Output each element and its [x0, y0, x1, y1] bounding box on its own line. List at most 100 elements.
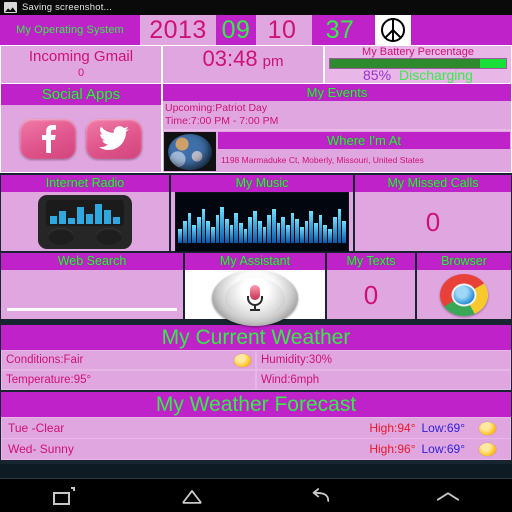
events-location-column: My Events Upcoming:Patriot Day Time:7:00… [163, 84, 511, 172]
current-weather-widget[interactable]: My Current Weather Conditions:Fair Tempe… [1, 325, 511, 390]
humidity-value: Humidity:30% [261, 354, 332, 366]
my-assistant-title: My Assistant [185, 253, 325, 270]
my-texts-count: 0 [363, 279, 379, 310]
date-month: 09 [216, 15, 256, 45]
forecast-row: Tue -Clear High:94° Low:69° [2, 418, 510, 438]
wind-row: Wind:6mph [257, 371, 510, 389]
location-title: Where I'm At [218, 132, 510, 149]
apps-row-2: Web Search My Assistant My Texts 0 Brows… [0, 253, 512, 326]
apps-section: Internet Radio My Music My Missed Calls … [0, 173, 512, 326]
date-spacer-2 [368, 15, 375, 45]
current-weather-grid: Conditions:Fair Temperature:95° Humidity… [1, 350, 511, 390]
my-music-body [171, 192, 353, 252]
missed-calls-tile[interactable]: My Missed Calls 0 [355, 175, 511, 251]
chevron-up-icon[interactable] [384, 479, 512, 512]
earth-image [164, 132, 216, 171]
forecast-high: High:96° [369, 442, 416, 456]
events-body[interactable]: Upcoming:Patriot Day Time:7:00 PM - 7:00… [163, 101, 511, 129]
chrome-icon [440, 273, 488, 316]
missed-calls-count: 0 [425, 206, 441, 237]
browser-title: Browser [417, 253, 511, 270]
search-input[interactable] [1, 270, 183, 319]
conditions-row: Conditions:Fair [2, 351, 255, 369]
forecast-day: Tue -Clear [8, 421, 65, 435]
current-weather-right: Humidity:30% Wind:6mph [257, 351, 510, 389]
peace-icon[interactable] [375, 15, 411, 45]
equalizer-image [175, 192, 349, 252]
forecast-list: Tue -Clear High:94° Low:69° Wed- Sunny H… [1, 417, 511, 460]
internet-radio-body [1, 192, 169, 251]
gmail-count: 0 [77, 66, 85, 79]
wind-value: Wind:6mph [261, 374, 320, 386]
back-icon[interactable] [256, 479, 384, 512]
sun-icon [234, 353, 251, 367]
my-assistant-body [185, 270, 325, 326]
home-icon[interactable] [128, 479, 256, 512]
forecast-low: Low:69° [421, 442, 466, 456]
social-events-row: Social Apps My Events Upcoming:Patriot D… [0, 83, 512, 173]
microphone-icon [212, 270, 298, 326]
home-screen: Saving screenshot... My Operating System… [0, 0, 512, 512]
info-row: Incoming Gmail 0 03:48 pm My Battery Per… [0, 45, 512, 83]
my-texts-tile[interactable]: My Texts 0 [327, 253, 415, 319]
apps-row-1: Internet Radio My Music My Missed Calls … [0, 175, 512, 253]
date-day: 10 [256, 15, 308, 45]
web-search-title: Web Search [1, 253, 183, 270]
browser-tile[interactable]: Browser [417, 253, 511, 319]
location-address: 1198 Marmaduke Ct, Moberly, Missouri, Un… [221, 155, 424, 165]
forecast-row: Wed- Sunny High:96° Low:69° [2, 439, 510, 459]
social-apps-icons [1, 105, 161, 172]
clock-time: 03:48 [202, 46, 258, 71]
os-date-widget[interactable]: My Operating System 2013 09 10 37 [0, 15, 512, 45]
date-year: 2013 [140, 15, 216, 45]
internet-radio-title: Internet Radio [1, 175, 169, 192]
twitter-icon[interactable] [86, 118, 142, 159]
status-bar: Saving screenshot... [0, 0, 512, 15]
missed-calls-title: My Missed Calls [355, 175, 511, 192]
current-weather-title: My Current Weather [1, 325, 511, 350]
clock-widget[interactable]: 03:48 pm [163, 46, 323, 83]
my-music-title: My Music [171, 175, 353, 192]
status-bar-text: Saving screenshot... [22, 2, 113, 13]
battery-status-line: 85% Discharging [363, 67, 473, 83]
battery-title: My Battery Percentage [362, 46, 474, 58]
temperature-value: Temperature:95° [6, 374, 92, 386]
social-apps-widget: Social Apps [1, 84, 161, 172]
my-assistant-tile[interactable]: My Assistant [185, 253, 325, 326]
battery-widget[interactable]: My Battery Percentage 85% Discharging [325, 46, 511, 83]
social-apps-title: Social Apps [1, 84, 161, 105]
battery-bar-rest [479, 59, 507, 68]
my-texts-body: 0 [327, 270, 415, 319]
forecast-low: Low:69° [421, 421, 466, 435]
os-title: My Operating System [0, 15, 140, 45]
screenshot-icon [4, 2, 17, 13]
humidity-row: Humidity:30% [257, 351, 510, 369]
search-underline [7, 308, 177, 311]
forecast-high: High:94° [369, 421, 416, 435]
battery-status: Discharging [399, 67, 473, 83]
battery-percent: 85% [363, 67, 392, 83]
facebook-icon[interactable] [20, 118, 76, 159]
date-bar-tail [411, 15, 512, 45]
forecast-title: My Weather Forecast [1, 392, 511, 417]
internet-radio-tile[interactable]: Internet Radio [1, 175, 169, 251]
date-extra: 37 [312, 15, 368, 45]
forecast-widget[interactable]: My Weather Forecast Tue -Clear High:94° … [1, 392, 511, 460]
current-weather-left: Conditions:Fair Temperature:95° [2, 351, 255, 389]
radio-icon [38, 194, 132, 249]
event-upcoming: Upcoming:Patriot Day [165, 102, 268, 114]
location-widget[interactable]: Where I'm At 1198 Marmaduke Ct, Moberly,… [163, 131, 511, 172]
my-music-tile[interactable]: My Music [171, 175, 353, 252]
my-texts-title: My Texts [327, 253, 415, 270]
gmail-widget[interactable]: Incoming Gmail 0 [1, 46, 161, 83]
events-title: My Events [163, 84, 511, 101]
event-time: Time:7:00 PM - 7:00 PM [165, 115, 279, 127]
web-search-tile[interactable]: Web Search [1, 253, 183, 319]
clock-meridiem: pm [262, 53, 284, 70]
browser-body [417, 270, 511, 319]
gmail-title: Incoming Gmail [28, 47, 134, 65]
missed-calls-body: 0 [355, 192, 511, 251]
recents-icon[interactable] [0, 479, 128, 512]
web-search-body [1, 270, 183, 319]
conditions-value: Conditions:Fair [6, 354, 84, 366]
